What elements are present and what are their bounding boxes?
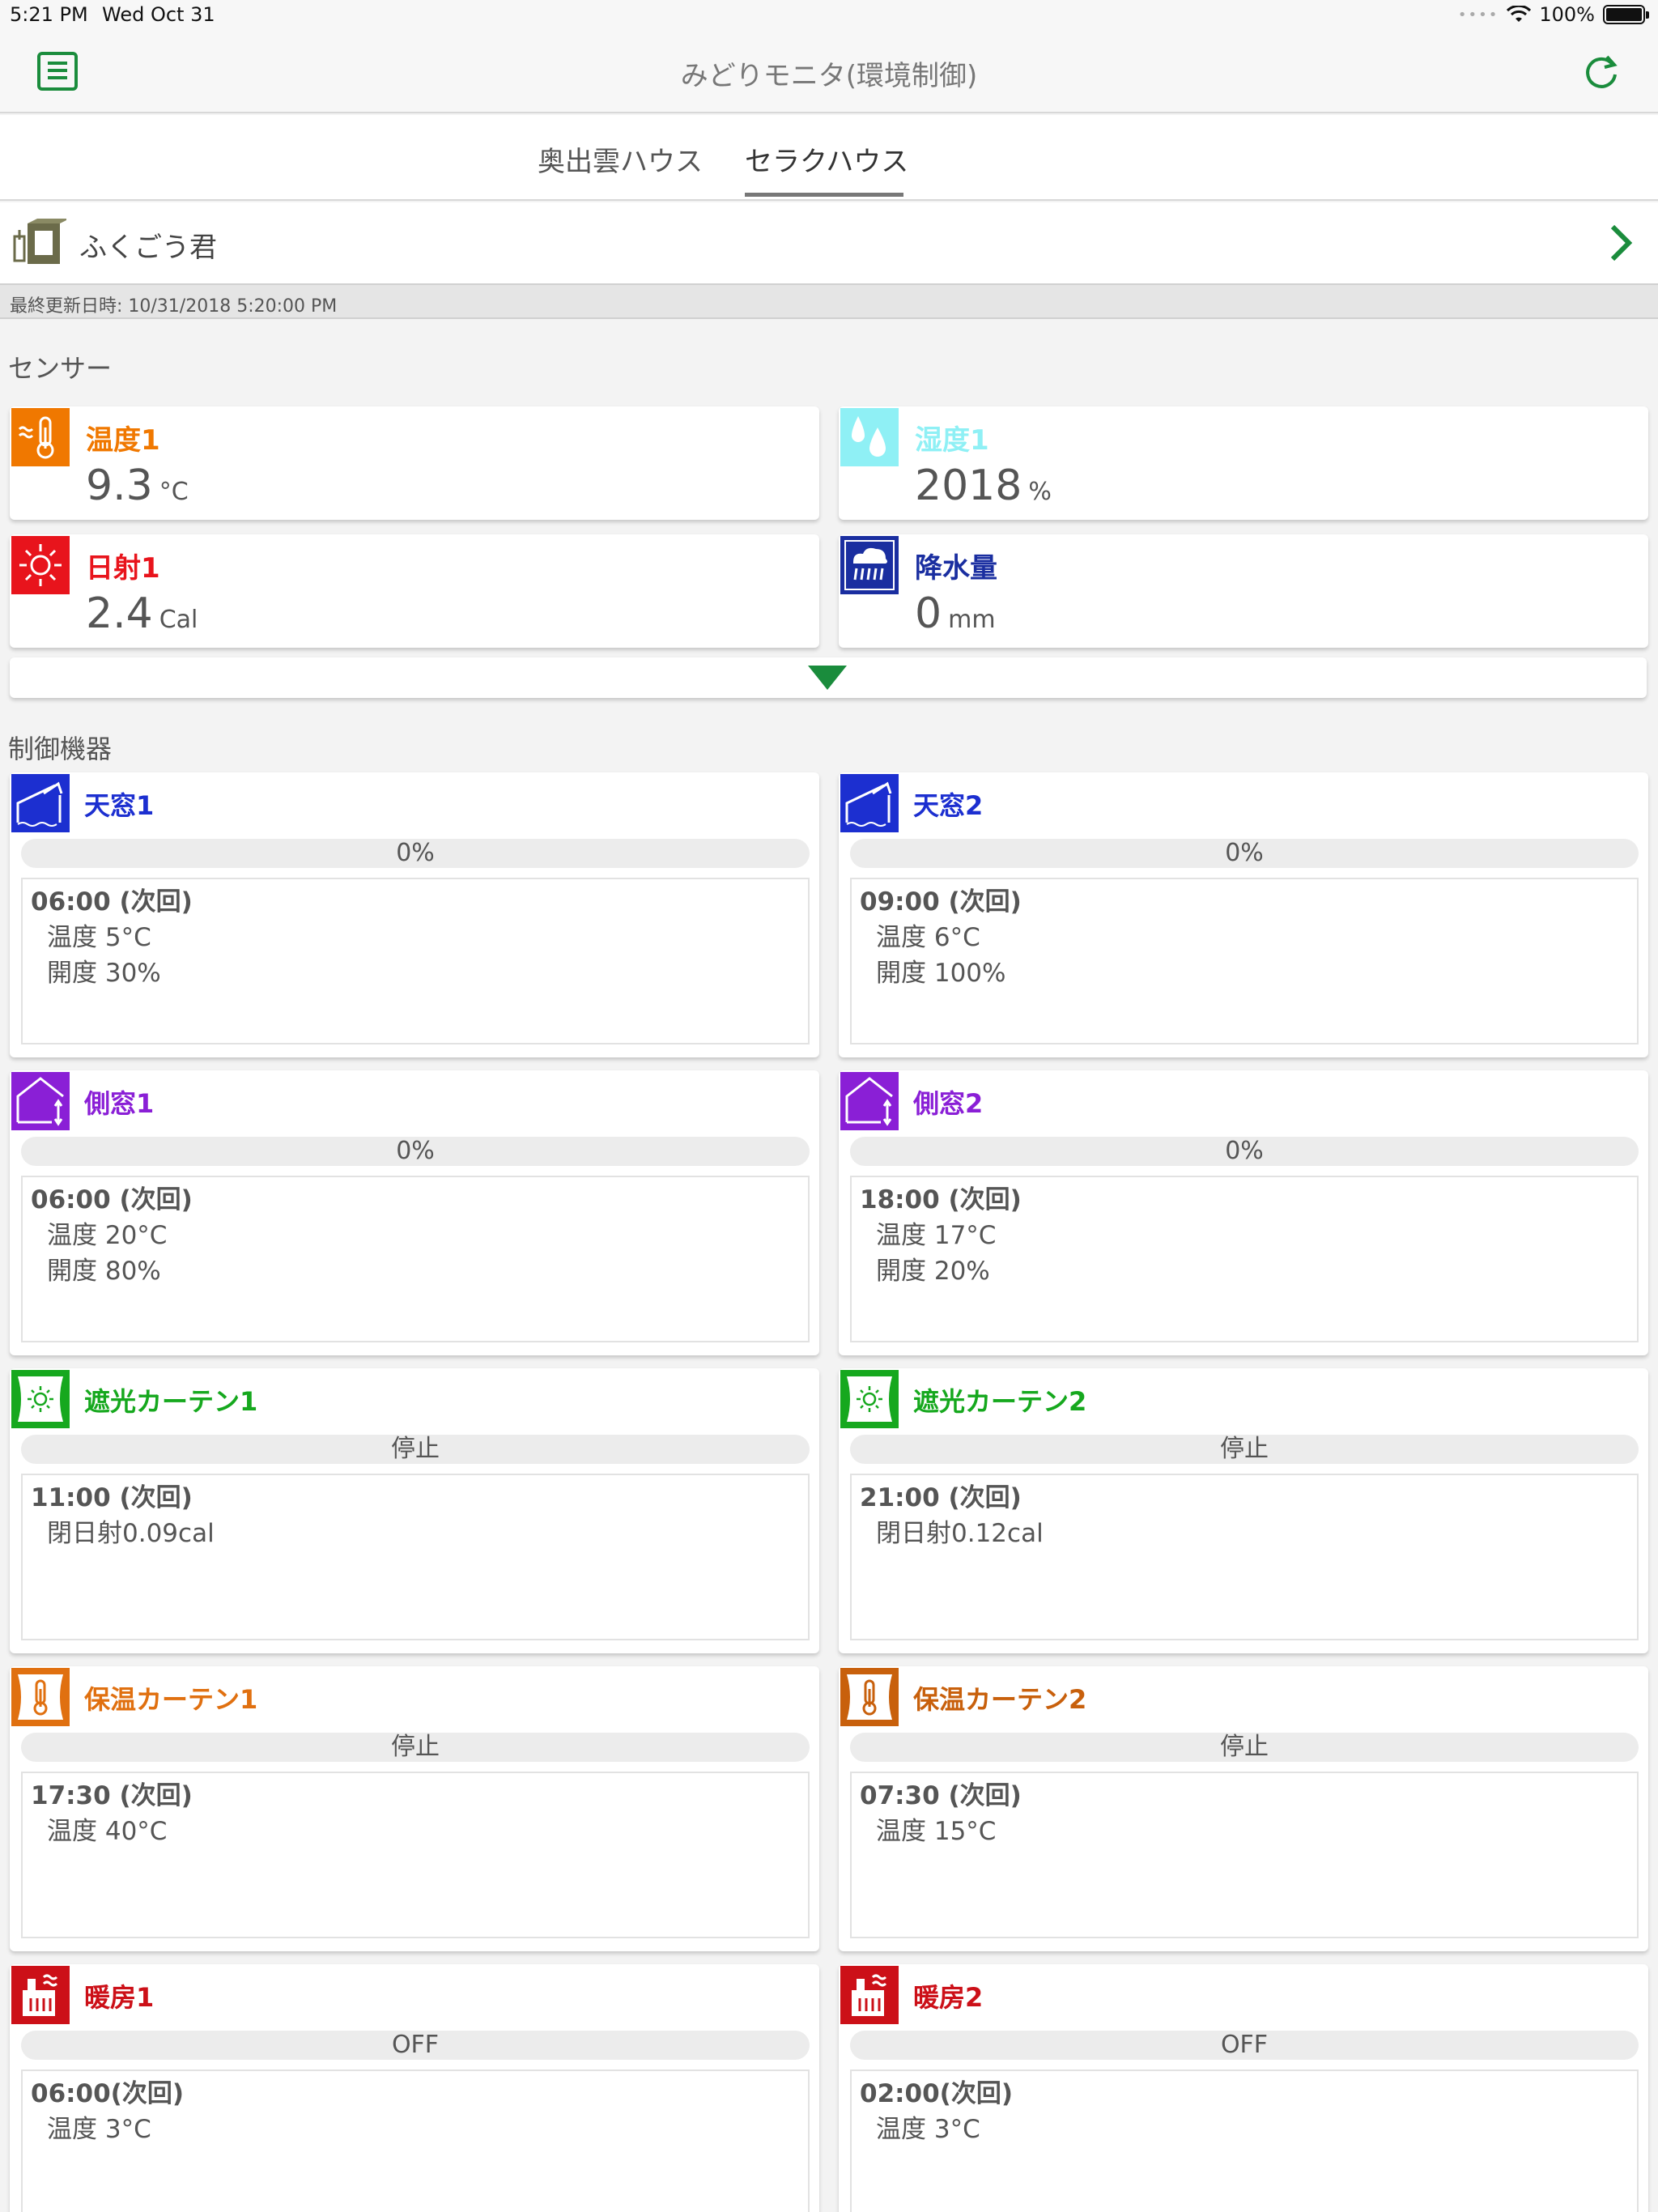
control-schedule: 06:00(次回) 温度 3°C	[21, 2069, 810, 2212]
control-status: 0%	[850, 1137, 1639, 1166]
sensor-card-solar[interactable]: 日射1 2.4 Cal	[10, 534, 819, 648]
heater-icon	[11, 1966, 70, 2024]
control-card-thermal-curtain-1[interactable]: 保温カーテン1 停止 17:30 (次回) 温度 40°C	[10, 1666, 819, 1951]
sensor-card-humidity[interactable]: 湿度1 2018%	[839, 406, 1648, 520]
control-schedule: 06:00 (次回) 温度 20°C 開度 80%	[21, 1176, 810, 1342]
sensor-value: 2.4 Cal	[86, 589, 198, 638]
control-schedule: 06:00 (次回) 温度 5°C 開度 30%	[21, 878, 810, 1044]
sensor-value: 0 mm	[915, 589, 996, 638]
refresh-icon[interactable]	[1580, 52, 1622, 94]
droplets-icon	[840, 408, 899, 466]
control-label: 暖房1	[84, 1982, 155, 2013]
control-label: 天窓2	[913, 790, 984, 821]
status-indicators: •••• 100%	[1457, 3, 1649, 26]
tab-seraku[interactable]: セラクハウス	[745, 139, 908, 194]
controller-box-icon	[13, 219, 66, 264]
control-card-shade-curtain-2[interactable]: 遮光カーテン2 停止 21:00 (次回) 閉日射0.12cal	[839, 1368, 1648, 1653]
control-schedule: 11:00 (次回) 閉日射0.09cal	[21, 1474, 810, 1640]
control-status: 停止	[850, 1435, 1639, 1464]
control-card-side-window-1[interactable]: 側窓1 0% 06:00 (次回) 温度 20°C 開度 80%	[10, 1070, 819, 1355]
page-title: みどりモニタ(環境制御)	[680, 60, 978, 92]
wifi-icon	[1507, 6, 1532, 22]
roof-window-icon	[840, 774, 899, 832]
control-card-shade-curtain-1[interactable]: 遮光カーテン1 停止 11:00 (次回) 閉日射0.09cal	[10, 1368, 819, 1653]
control-label: 保温カーテン2	[913, 1684, 1087, 1715]
control-schedule: 21:00 (次回) 閉日射0.12cal	[850, 1474, 1639, 1640]
battery-percent: 100%	[1539, 3, 1595, 26]
control-card-thermal-curtain-2[interactable]: 保温カーテン2 停止 07:30 (次回) 温度 15°C	[839, 1666, 1648, 1951]
rain-cloud-icon	[840, 536, 899, 594]
control-card-side-window-2[interactable]: 側窓2 0% 18:00 (次回) 温度 17°C 開度 20%	[839, 1070, 1648, 1355]
shade-curtain-icon	[11, 1370, 70, 1428]
thermal-curtain-icon	[840, 1668, 899, 1726]
sensor-label: 温度1	[86, 424, 160, 457]
control-label: 側窓1	[84, 1088, 155, 1119]
sensor-value: 2018%	[915, 462, 1052, 510]
control-schedule: 02:00(次回) 温度 3°C	[850, 2069, 1639, 2212]
control-status: 停止	[21, 1435, 810, 1464]
control-label: 側窓2	[913, 1088, 984, 1119]
control-label: 遮光カーテン2	[913, 1386, 1087, 1417]
sensors-section-title: センサー	[8, 353, 113, 384]
expand-sensors-button[interactable]	[10, 657, 1647, 698]
control-schedule: 07:30 (次回) 温度 15°C	[850, 1772, 1639, 1938]
control-schedule: 09:00 (次回) 温度 6°C 開度 100%	[850, 878, 1639, 1044]
sensor-card-rain[interactable]: 降水量 0 mm	[839, 534, 1648, 648]
control-label: 遮光カーテン1	[84, 1386, 258, 1417]
last-updated: 最終更新日時: 10/31/2018 5:20:00 PM	[0, 283, 1658, 319]
house-tabs: 奥出雲ハウス セラクハウス	[0, 115, 1658, 201]
control-card-roof-window-1[interactable]: 天窓1 0% 06:00 (次回) 温度 5°C 開度 30%	[10, 772, 819, 1057]
status-date: Wed Oct 31	[102, 3, 215, 26]
status-time: 5:21 PM	[10, 3, 88, 26]
control-status: 停止	[21, 1733, 810, 1762]
sensor-card-temperature[interactable]: 温度1 9.3 °C	[10, 406, 819, 520]
thermometer-icon	[11, 408, 70, 466]
sensor-label: 降水量	[915, 552, 997, 585]
tab-okuizumo[interactable]: 奥出雲ハウス	[538, 139, 703, 194]
active-tab-indicator	[745, 193, 903, 197]
battery-icon	[1603, 5, 1649, 24]
control-status: 0%	[21, 839, 810, 868]
control-status: OFF	[850, 2031, 1639, 2060]
shade-curtain-icon	[840, 1370, 899, 1428]
device-name: ふくごう君	[79, 232, 217, 264]
control-card-heater-2[interactable]: 暖房2 OFF 02:00(次回) 温度 3°C	[839, 1964, 1648, 2212]
nav-bar: みどりモニタ(環境制御)	[0, 32, 1658, 113]
signal-icon: ••••	[1457, 6, 1499, 23]
control-card-roof-window-2[interactable]: 天窓2 0% 09:00 (次回) 温度 6°C 開度 100%	[839, 772, 1648, 1057]
control-schedule: 17:30 (次回) 温度 40°C	[21, 1772, 810, 1938]
control-status: 停止	[850, 1733, 1639, 1762]
device-selector[interactable]: ふくごう君	[0, 202, 1658, 283]
thermal-curtain-icon	[11, 1668, 70, 1726]
control-status: 0%	[21, 1137, 810, 1166]
sun-icon	[11, 536, 70, 594]
control-label: 暖房2	[913, 1982, 984, 2013]
control-label: 保温カーテン1	[84, 1684, 258, 1715]
side-window-icon	[11, 1072, 70, 1130]
control-status: OFF	[21, 2031, 810, 2060]
roof-window-icon	[11, 774, 70, 832]
triangle-down-icon	[808, 666, 847, 690]
control-status: 0%	[850, 839, 1639, 868]
controls-section-title: 制御機器	[8, 734, 113, 764]
sensor-label: 湿度1	[915, 424, 989, 457]
status-bar: 5:21 PM Wed Oct 31 •••• 100%	[0, 0, 1658, 32]
control-card-heater-1[interactable]: 暖房1 OFF 06:00(次回) 温度 3°C	[10, 1964, 819, 2212]
sensor-label: 日射1	[86, 552, 160, 585]
sensor-value: 9.3 °C	[86, 462, 189, 510]
control-schedule: 18:00 (次回) 温度 17°C 開度 20%	[850, 1176, 1639, 1342]
heater-icon	[840, 1966, 899, 2024]
control-label: 天窓1	[84, 790, 155, 821]
side-window-icon	[840, 1072, 899, 1130]
chevron-right-icon[interactable]	[1605, 220, 1637, 266]
